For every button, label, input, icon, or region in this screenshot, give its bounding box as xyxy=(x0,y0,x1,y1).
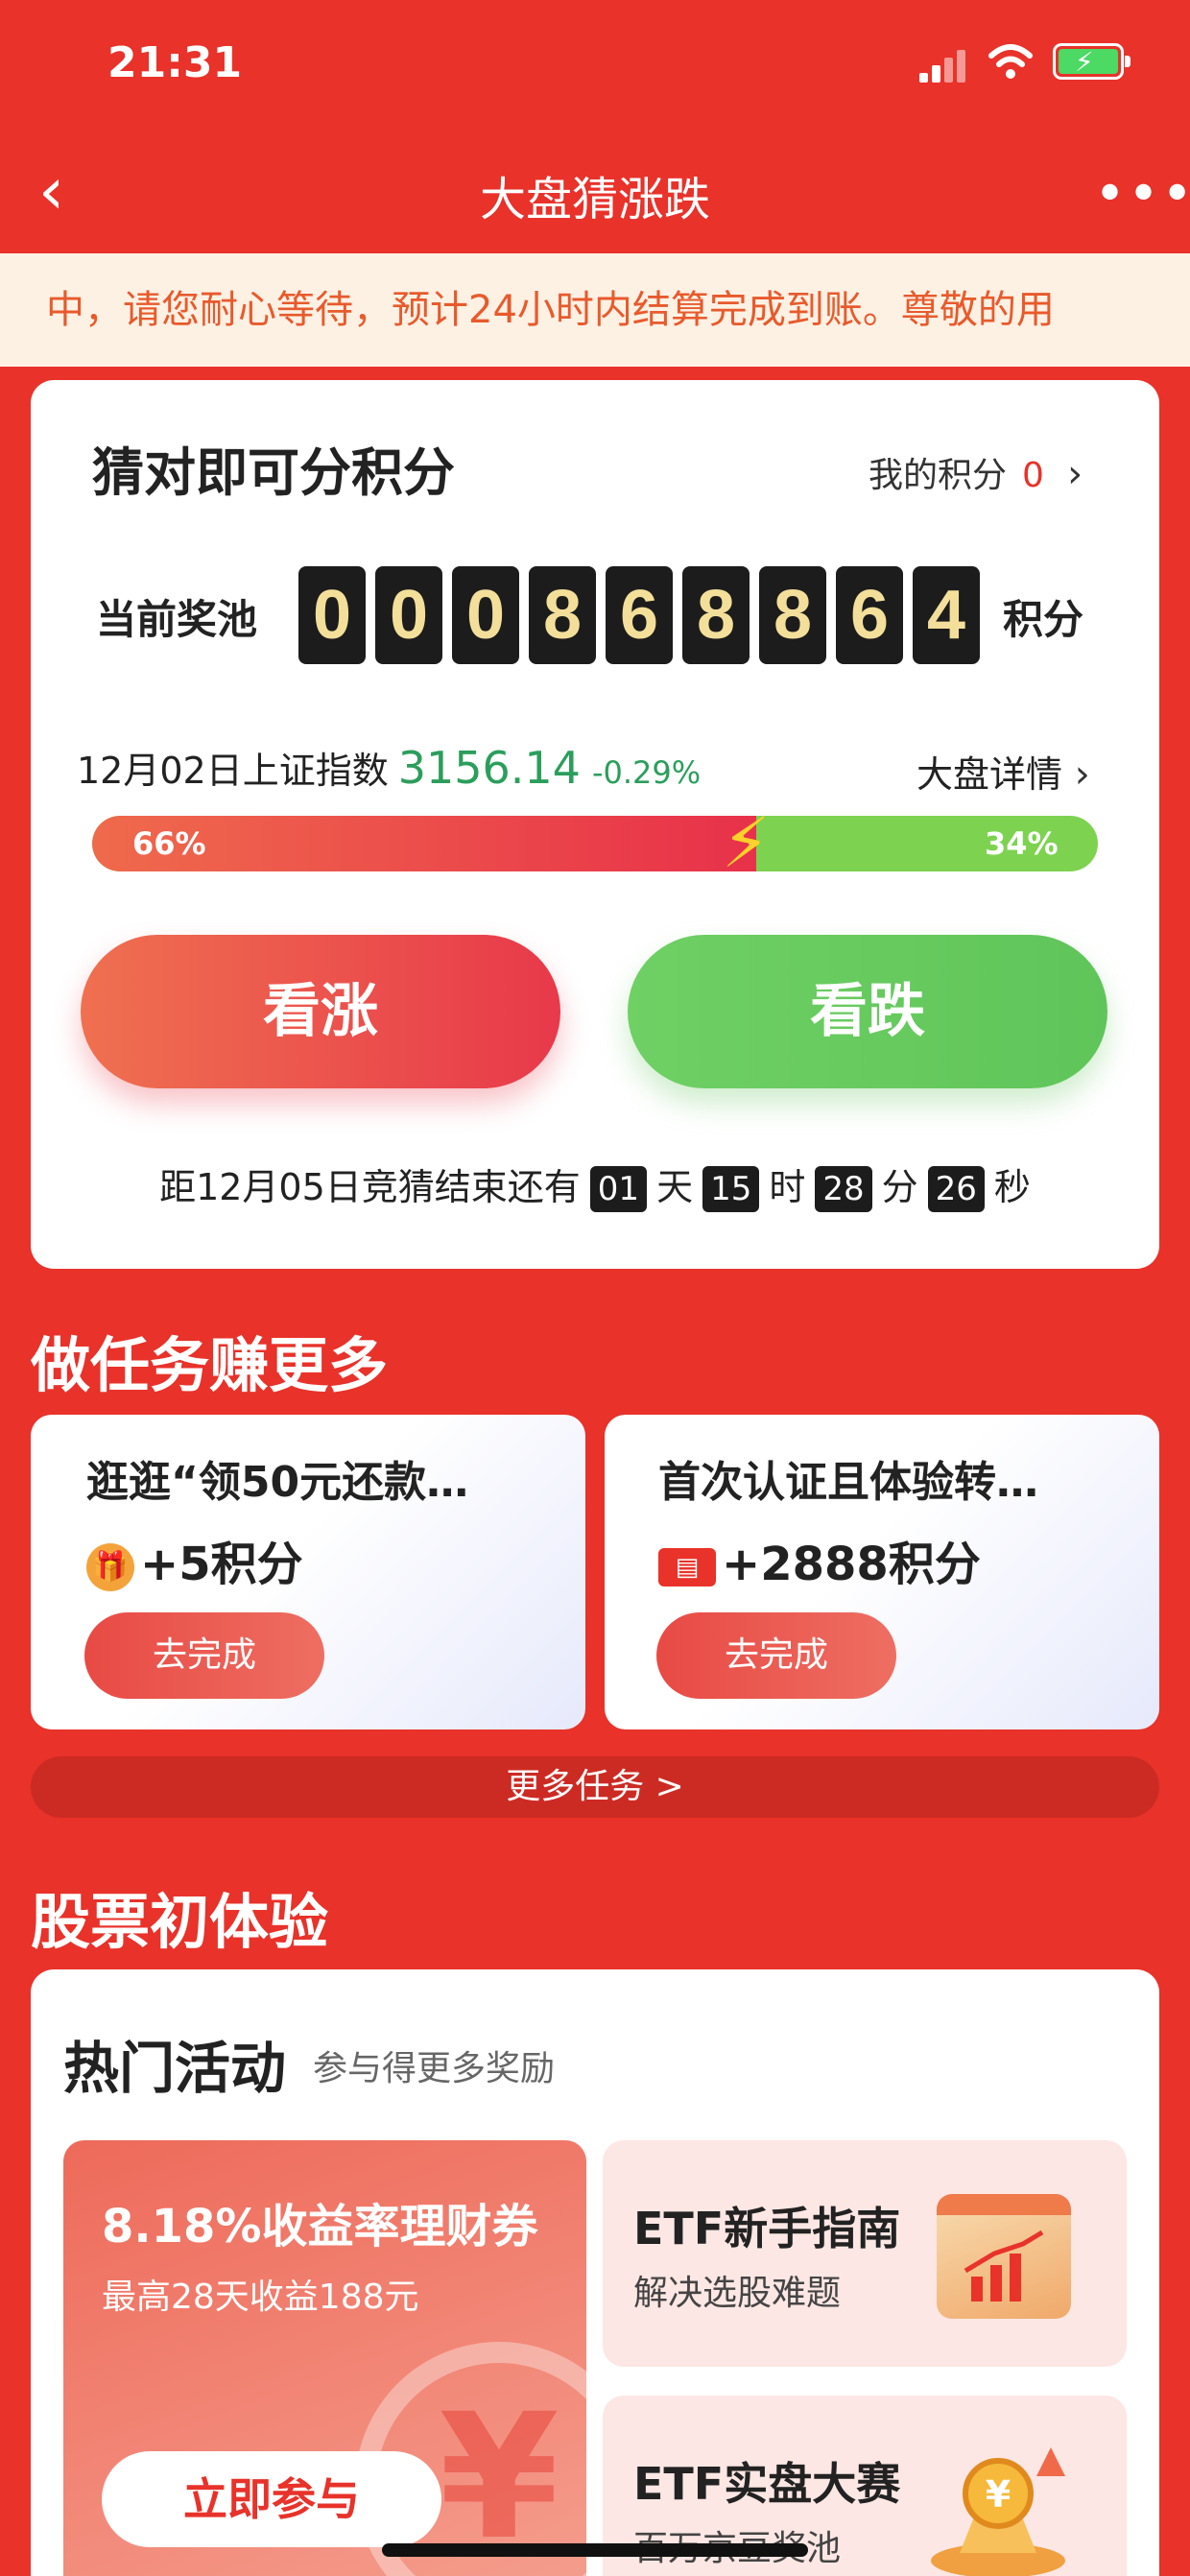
index-info: 12月02日上证指数 3156.14 -0.29% xyxy=(77,741,701,794)
more-menu-icon[interactable]: ••• xyxy=(1094,163,1190,226)
wifi-icon xyxy=(988,44,1033,79)
minutes-unit: 分 xyxy=(881,1166,918,1208)
activity-subtitle: 解决选股难题 xyxy=(633,2274,842,2313)
activity-title: ETF新手指南 xyxy=(633,2203,901,2254)
up-percent: 66% xyxy=(132,825,206,862)
bar-chart-icon xyxy=(964,2230,1044,2302)
join-now-button[interactable]: 立即参与 xyxy=(102,2451,441,2547)
battery-icon: ⚡ xyxy=(1053,43,1130,80)
page-title: 大盘猜涨跌 xyxy=(479,173,710,227)
my-points-label: 我的积分 xyxy=(869,456,1008,495)
hot-activities-title: 热门活动 xyxy=(63,2036,287,2101)
task-reward-text: +2888积分 xyxy=(722,1538,981,1591)
days-unit: 天 xyxy=(656,1166,694,1208)
my-points-value: 0 xyxy=(1022,456,1044,495)
pool-digit: 8 xyxy=(529,566,596,664)
pool-digit: 6 xyxy=(836,566,903,664)
pool-digit: 8 xyxy=(759,566,826,664)
notice-marquee: 中，请您耐心等待，预计24小时内结算完成到账。尊敬的用 xyxy=(0,253,1190,367)
countdown-minutes: 28 xyxy=(815,1166,872,1212)
trophy-coin-icon: ¥ xyxy=(931,2447,1065,2576)
pool-digit: 0 xyxy=(298,566,366,664)
hot-activities-subtitle: 参与得更多奖励 xyxy=(313,2049,556,2088)
activity-subtitle: 最高28天收益188元 xyxy=(102,2278,419,2317)
svg-text:¥: ¥ xyxy=(986,2473,1011,2516)
hours-unit: 时 xyxy=(769,1166,806,1208)
more-tasks-button[interactable]: 更多任务 > xyxy=(31,1756,1159,1818)
activity-title: ETF实盘大赛 xyxy=(633,2458,901,2510)
pool-digit: 6 xyxy=(606,566,673,664)
home-indicator xyxy=(382,2543,808,2557)
pool-digit: 0 xyxy=(452,566,519,664)
bet-down-button[interactable]: 看跌 xyxy=(628,935,1107,1088)
activity-title: 8.18%收益率理财券 xyxy=(102,2200,538,2254)
task-complete-button[interactable]: 去完成 xyxy=(656,1612,896,1699)
ticket-icon: ▤ xyxy=(658,1548,716,1586)
down-percent: 34% xyxy=(985,825,1059,862)
task-title: 首次认证且体验转… xyxy=(658,1458,1038,1507)
task-title: 逛逛“领50元还款… xyxy=(86,1458,469,1507)
task-complete-button[interactable]: 去完成 xyxy=(84,1612,324,1699)
countdown-prefix: 距12月05日竞猜结束还有 xyxy=(159,1166,581,1208)
experience-section-title: 股票初体验 xyxy=(31,1887,329,1957)
calendar-chart-icon xyxy=(937,2194,1071,2319)
countdown-seconds: 26 xyxy=(927,1166,985,1212)
guess-card-title: 猜对即可分积分 xyxy=(92,442,455,503)
market-detail-link[interactable]: 大盘详情 › xyxy=(916,745,1090,798)
countdown: 距12月05日竞猜结束还有 01 天 15 时 28 分 26 秒 xyxy=(0,1157,1190,1212)
index-value: 3156.14 xyxy=(397,742,581,794)
market-detail-label: 大盘详情 xyxy=(916,753,1063,796)
pool-digit: 0 xyxy=(375,566,442,664)
lightning-icon: ⚡ xyxy=(722,802,771,883)
index-change: -0.29% xyxy=(591,754,702,791)
chevron-right-icon: › xyxy=(1062,752,1090,797)
pool-unit: 积分 xyxy=(1003,596,1084,643)
pool-counter: 0 0 0 8 6 8 8 6 4 xyxy=(298,566,980,664)
my-points-link[interactable]: 我的积分 0 › xyxy=(869,447,1083,497)
index-label: 12月02日上证指数 xyxy=(77,750,389,792)
pool-digit: 4 xyxy=(913,566,980,664)
chevron-right-icon: › xyxy=(1055,452,1083,496)
tasks-section-title: 做任务赚更多 xyxy=(31,1330,389,1400)
status-time: 21:31 xyxy=(107,38,243,87)
pool-digit: 8 xyxy=(682,566,750,664)
bet-up-button[interactable]: 看涨 xyxy=(81,935,560,1088)
seconds-unit: 秒 xyxy=(993,1166,1031,1208)
task-reward: ▤ +2888积分 xyxy=(658,1526,981,1593)
cellular-signal-icon xyxy=(919,50,969,83)
pool-label: 当前奖池 xyxy=(96,596,258,643)
vote-ratio-bar xyxy=(92,816,1098,871)
countdown-hours: 15 xyxy=(702,1166,760,1212)
task-reward: 🎁 +5积分 xyxy=(86,1526,303,1593)
countdown-days: 01 xyxy=(589,1166,648,1212)
task-reward-text: +5积分 xyxy=(140,1538,303,1591)
gift-coin-icon: 🎁 xyxy=(86,1543,134,1591)
